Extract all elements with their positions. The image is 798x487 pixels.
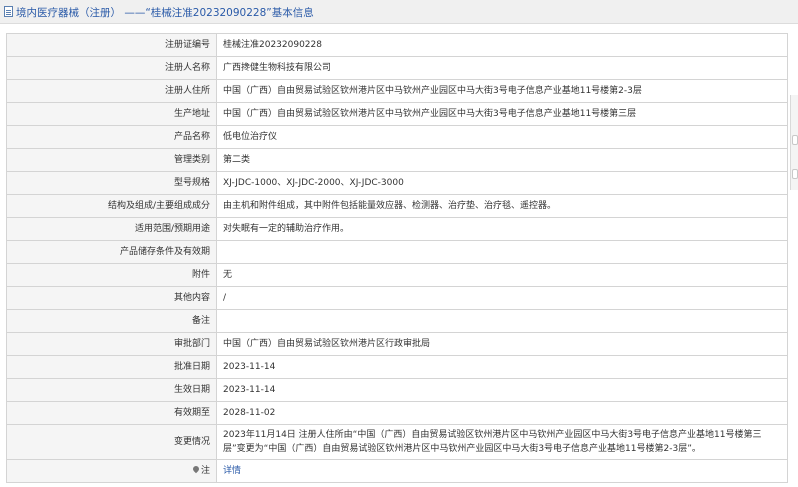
table-row: 产品名称 低电位治疗仪 — [6, 125, 788, 149]
note-label: 注 — [200, 466, 210, 476]
document-icon — [4, 6, 13, 17]
table-row: 生产地址 中国（广西）自由贸易试验区钦州港片区中马钦州产业园区中马大街3号电子信息… — [6, 102, 788, 126]
row-label: 批准日期 — [6, 355, 217, 379]
pin-icon — [191, 464, 201, 474]
side-button[interactable] — [792, 169, 798, 179]
note-label-cell: 注 — [6, 459, 217, 483]
breadcrumb-bar: 境内医疗器械（注册） ——“桂械注准20232090228”基本信息 — [0, 0, 798, 24]
row-label: 产品名称 — [6, 125, 217, 149]
table-row: 审批部门 中国（广西）自由贸易试验区钦州港片区行政审批局 — [6, 332, 788, 356]
table-row: 注册人名称 广西搀健生物科技有限公司 — [6, 56, 788, 80]
row-value: 由主机和附件组成，其中附件包括能量效应器、检测器、治疗垫、治疗毯、遥控器。 — [216, 194, 788, 218]
row-label: 生产地址 — [6, 102, 217, 126]
row-label: 适用范围/预期用途 — [6, 217, 217, 241]
row-value: 中国（广西）自由贸易试验区钦州港片区中马钦州产业园区中马大街3号电子信息产业基地… — [216, 79, 788, 103]
table-row: 注册证编号 桂械注准20232090228 — [6, 33, 788, 57]
table-row: 管理类别 第二类 — [6, 148, 788, 172]
row-value — [216, 240, 788, 264]
row-value: / — [216, 286, 788, 310]
table-row: 型号规格 XJ-JDC-1000、XJ-JDC-2000、XJ-JDC-3000 — [6, 171, 788, 195]
row-value: 2023-11-14 — [216, 378, 788, 402]
row-label: 生效日期 — [6, 378, 217, 402]
breadcrumb: 境内医疗器械（注册） ——“桂械注准20232090228”基本信息 — [16, 7, 314, 19]
row-value: 对失眠有一定的辅助治疗作用。 — [216, 217, 788, 241]
row-label: 备注 — [6, 309, 217, 333]
note-row: 注 详情 — [6, 459, 788, 483]
row-value: 2023-11-14 — [216, 355, 788, 379]
table-row: 其他内容 / — [6, 286, 788, 310]
row-value: 无 — [216, 263, 788, 287]
table-row: 备注 — [6, 309, 788, 333]
side-toolbar — [790, 95, 798, 190]
row-value: 中国（广西）自由贸易试验区钦州港片区中马钦州产业园区中马大街3号电子信息产业基地… — [216, 102, 788, 126]
table-row: 产品储存条件及有效期 — [6, 240, 788, 264]
row-value — [216, 309, 788, 333]
row-value: 广西搀健生物科技有限公司 — [216, 56, 788, 80]
row-label: 注册证编号 — [6, 33, 217, 57]
row-value: 中国（广西）自由贸易试验区钦州港片区行政审批局 — [216, 332, 788, 356]
table-row: 变更情况 2023年11月14日 注册人住所由“中国（广西）自由贸易试验区钦州港片… — [6, 424, 788, 460]
table-row: 有效期至 2028-11-02 — [6, 401, 788, 425]
table-row: 批准日期 2023-11-14 — [6, 355, 788, 379]
row-value: 2023年11月14日 注册人住所由“中国（广西）自由贸易试验区钦州港片区中马钦… — [216, 424, 788, 460]
side-button[interactable] — [792, 135, 798, 145]
row-label: 审批部门 — [6, 332, 217, 356]
row-label: 型号规格 — [6, 171, 217, 195]
details-link[interactable]: 详情 — [223, 466, 241, 476]
row-label: 有效期至 — [6, 401, 217, 425]
note-value: 详情 — [216, 459, 788, 483]
row-value: XJ-JDC-1000、XJ-JDC-2000、XJ-JDC-3000 — [216, 171, 788, 195]
table-row: 注册人住所 中国（广西）自由贸易试验区钦州港片区中马钦州产业园区中马大街3号电子信… — [6, 79, 788, 103]
table-row: 结构及组成/主要组成成分 由主机和附件组成，其中附件包括能量效应器、检测器、治疗垫… — [6, 194, 788, 218]
info-table: 注册证编号 桂械注准20232090228 注册人名称 广西搀健生物科技有限公司 注… — [6, 33, 788, 483]
row-label: 注册人名称 — [6, 56, 217, 80]
row-value: 桂械注准20232090228 — [216, 33, 788, 57]
table-row: 生效日期 2023-11-14 — [6, 378, 788, 402]
row-value: 2028-11-02 — [216, 401, 788, 425]
table-row: 适用范围/预期用途 对失眠有一定的辅助治疗作用。 — [6, 217, 788, 241]
row-label: 附件 — [6, 263, 217, 287]
row-value: 低电位治疗仪 — [216, 125, 788, 149]
row-label: 管理类别 — [6, 148, 217, 172]
row-label: 其他内容 — [6, 286, 217, 310]
table-row: 附件无 — [6, 263, 788, 287]
row-label: 注册人住所 — [6, 79, 217, 103]
row-label: 产品储存条件及有效期 — [6, 240, 217, 264]
row-value: 第二类 — [216, 148, 788, 172]
row-label: 变更情况 — [6, 424, 217, 460]
row-label: 结构及组成/主要组成成分 — [6, 194, 217, 218]
